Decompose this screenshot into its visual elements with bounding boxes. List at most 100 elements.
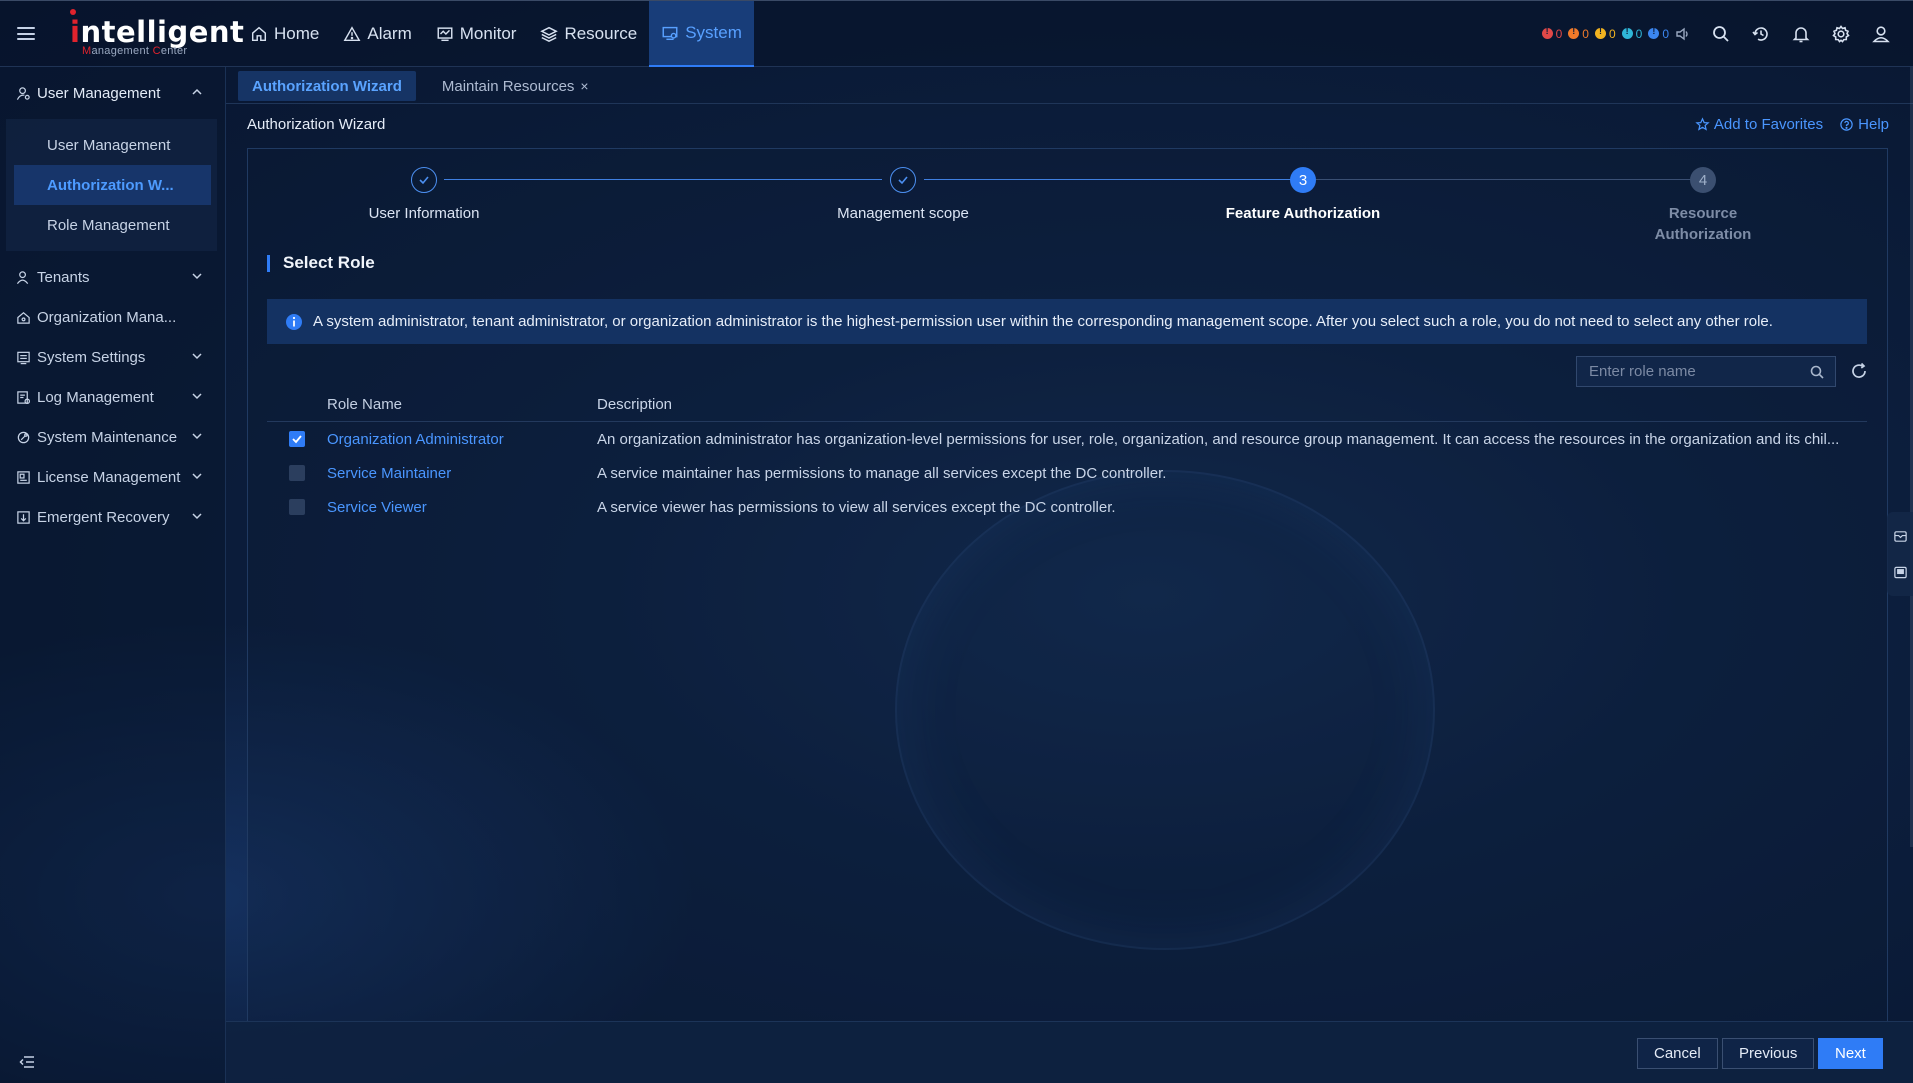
table-row[interactable]: Organization Administrator An organizati… [267,422,1867,456]
sidebar-item-tenants[interactable]: Tenants [0,257,225,297]
license-icon [17,470,30,484]
nav-system[interactable]: System [649,0,754,67]
next-button[interactable]: Next [1818,1038,1883,1069]
hamburger-icon [17,27,35,40]
sidebar-item-system-settings[interactable]: System Settings [0,337,225,377]
info-icon [286,313,302,330]
wizard-footer: Cancel Previous Next [226,1021,1913,1083]
tab-maintain-resources[interactable]: Maintain Resources × [428,71,603,101]
wizard-panel [247,148,1888,1021]
role-name-link[interactable]: Service Viewer [327,499,597,516]
step-number: 4 [1690,167,1716,193]
settings-panel-icon [17,351,30,364]
settings-button[interactable] [1821,14,1861,54]
row-checkbox[interactable] [289,465,305,481]
chevron-down-icon [191,349,203,366]
user-settings-icon [16,86,30,100]
home-icon [251,26,267,41]
role-description: A service viewer has permissions to view… [597,498,1116,516]
tab-divider [226,103,1913,104]
alarm-warning[interactable]: 0 [1621,26,1642,41]
sidebar-item-system-maintenance[interactable]: System Maintenance [0,417,225,457]
row-checkbox[interactable] [289,499,305,515]
major-alarm-icon [1568,26,1580,39]
step-resource-authorization: 4 Resource Authorization [1603,167,1803,245]
layers-icon [540,26,559,42]
section-title: Select Role [267,253,375,273]
tab-authorization-wizard[interactable]: Authorization Wizard [238,71,416,101]
alarm-summary[interactable]: 0 0 0 0 0 [1541,26,1691,42]
notifications-button[interactable] [1781,14,1821,54]
search-icon[interactable] [1809,364,1825,380]
sidebar-group-user-management[interactable]: User Management [0,67,225,119]
previous-button[interactable]: Previous [1722,1038,1815,1069]
help-link[interactable]: Help [1839,116,1889,133]
main-nav: Home Alarm Monitor Resource System [238,0,754,67]
bell-icon [1792,26,1810,42]
message-box-icon[interactable] [1893,529,1908,544]
nav-resource[interactable]: Resource [528,1,649,67]
role-description: A service maintainer has permissions to … [597,464,1167,482]
column-role-name[interactable]: Role Name [327,396,597,413]
user-icon [1872,25,1890,42]
nav-monitor[interactable]: Monitor [424,1,529,67]
role-name-link[interactable]: Service Maintainer [327,465,597,482]
logo-wordmark: intelligent [70,8,245,49]
nav-monitor-label: Monitor [459,23,517,43]
history-button[interactable] [1741,14,1781,54]
add-to-favorites-link[interactable]: Add to Favorites [1695,116,1823,133]
nav-alarm[interactable]: Alarm [331,1,423,67]
minor-alarm-icon [1594,26,1606,39]
sidebar-item-license-management[interactable]: License Management [0,457,225,497]
nav-resource-label: Resource [564,23,638,43]
cancel-button[interactable]: Cancel [1637,1038,1718,1069]
alarm-major[interactable]: 0 [1568,26,1589,41]
close-tab-icon[interactable]: × [580,78,588,94]
maintenance-icon [17,431,30,443]
search-button[interactable] [1701,14,1741,54]
sidebar-item-log-management[interactable]: Log Management [0,377,225,417]
recovery-icon [17,510,30,524]
role-search-input[interactable] [1577,357,1809,386]
row-checkbox[interactable] [289,431,305,447]
info-banner: A system administrator, tenant administr… [267,299,1867,344]
sidebar-item-organization[interactable]: Organization Mana... [0,297,225,337]
chevron-up-icon [191,85,203,102]
collapse-sidebar-icon[interactable] [18,1053,36,1071]
user-account-button[interactable] [1861,14,1901,54]
role-name-link[interactable]: Organization Administrator [327,431,597,448]
check-icon [890,167,916,193]
panel-icon[interactable] [1893,565,1908,580]
main-menu-button[interactable] [0,1,52,67]
nav-home[interactable]: Home [238,1,331,67]
app-logo[interactable]: intelligent Management Center [66,1,244,67]
organization-icon [17,311,30,324]
nav-system-label: System [685,22,742,42]
table-row[interactable]: Service Maintainer A service maintainer … [267,456,1867,490]
alarm-critical[interactable]: 0 [1541,26,1562,41]
nav-home-label: Home [274,23,320,43]
sidebar-item-role-management[interactable]: Role Management [14,205,211,245]
sidebar-item-user-management[interactable]: User Management [14,125,211,165]
help-icon [1840,118,1853,131]
chevron-down-icon [191,269,203,286]
role-description: An organization administrator has organi… [597,430,1840,448]
sidebar-item-emergent-recovery[interactable]: Emergent Recovery [0,497,225,537]
alarm-sound-icon[interactable] [1675,26,1691,42]
page-actions: Add to Favorites Help [1695,116,1889,133]
chevron-down-icon [191,389,203,406]
alarm-info[interactable]: 0 [1648,26,1669,41]
table-header: Role Name Description [267,388,1867,422]
tab-bar: Authorization Wizard Maintain Resources × [238,71,603,101]
critical-alarm-icon [1541,26,1553,39]
refresh-icon[interactable] [1849,361,1869,381]
checkmark-icon [292,435,302,444]
role-table: Role Name Description Organization Admin… [267,388,1867,524]
sidebar-item-authorization-wizard[interactable]: Authorization W... [14,165,211,205]
logo-subtitle: Management Center [82,44,188,57]
page-title: Authorization Wizard [247,116,386,133]
alarm-minor[interactable]: 0 [1594,26,1616,41]
tenant-icon [16,270,29,284]
table-row[interactable]: Service Viewer A service viewer has perm… [267,490,1867,524]
alarm-icon [343,25,361,41]
